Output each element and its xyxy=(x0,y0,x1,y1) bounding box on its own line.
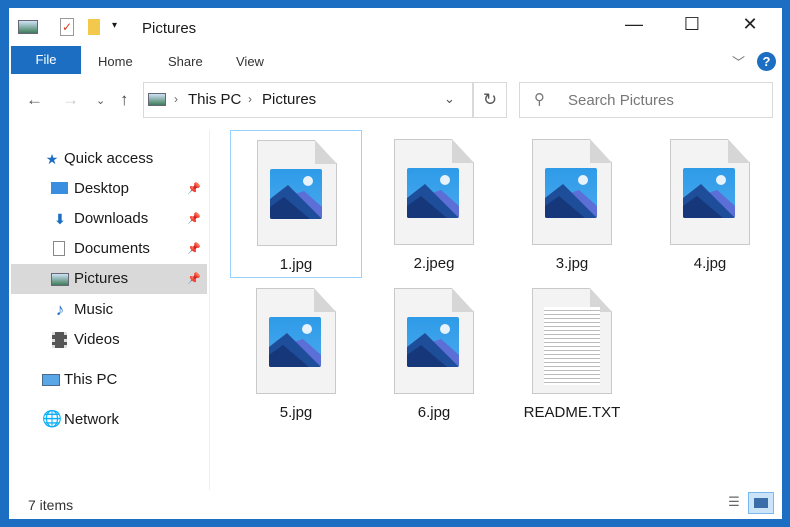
image-thumbnail-icon xyxy=(545,168,597,218)
image-thumbnail-icon xyxy=(270,169,322,219)
file-name: 3.jpg xyxy=(555,255,589,272)
item-count: 7 items xyxy=(28,497,74,513)
sidebar-item-label: This PC xyxy=(64,371,118,388)
sidebar-item-videos[interactable]: Videos xyxy=(11,325,207,355)
star-icon: ★ xyxy=(45,151,59,167)
back-arrow-icon[interactable]: ← xyxy=(26,90,43,110)
details-view-button[interactable]: ☰ xyxy=(724,494,744,512)
pin-icon[interactable]: 📌 xyxy=(187,204,201,234)
customize-toolbar-chevron-icon[interactable]: ▾ xyxy=(112,20,117,31)
sidebar-item-label: Music xyxy=(74,301,114,318)
recent-locations-chevron-icon[interactable]: ⌄ xyxy=(96,94,105,107)
up-arrow-icon[interactable]: ↑ xyxy=(120,90,129,110)
text-file-lines-icon xyxy=(544,307,600,385)
pictures-icon xyxy=(51,273,69,286)
music-icon: ♪ xyxy=(55,300,65,319)
breadcrumb-separator-icon: › xyxy=(174,92,178,106)
pin-icon[interactable]: 📌 xyxy=(187,264,201,294)
pin-icon[interactable]: 📌 xyxy=(187,234,201,264)
file-name: 6.jpg xyxy=(417,404,451,421)
new-folder-icon[interactable] xyxy=(88,19,100,35)
forward-arrow-icon[interactable]: → xyxy=(62,90,79,110)
desktop-icon xyxy=(51,182,68,194)
file-name: 4.jpg xyxy=(693,255,727,272)
image-thumbnail-icon xyxy=(407,317,459,367)
file-item[interactable]: 2.jpeg xyxy=(368,130,500,278)
large-icons-view-button[interactable] xyxy=(748,492,774,514)
file-name: 1.jpg xyxy=(279,256,313,273)
close-button[interactable]: ✕ xyxy=(730,14,770,35)
file-item[interactable]: 4.jpg xyxy=(644,130,776,278)
image-thumbnail-icon xyxy=(683,168,735,218)
videos-icon xyxy=(52,332,67,348)
sidebar-item-documents[interactable]: Documents 📌 xyxy=(11,234,207,264)
large-icons-view-icon xyxy=(754,498,768,508)
file-item[interactable]: README.TXT xyxy=(506,279,638,427)
sidebar-item-desktop[interactable]: Desktop 📌 xyxy=(11,174,207,204)
tab-file[interactable]: File xyxy=(11,46,81,74)
computer-icon xyxy=(42,374,60,386)
sidebar-item-label: Network xyxy=(64,411,120,428)
pictures-location-icon xyxy=(148,93,166,106)
address-bar[interactable]: › This PC › Pictures ⌄ xyxy=(143,82,473,118)
address-dropdown-chevron-icon[interactable]: ⌄ xyxy=(444,91,455,107)
file-name: 2.jpeg xyxy=(413,255,455,272)
file-item[interactable]: 5.jpg xyxy=(230,279,362,427)
sidebar-item-label: Documents xyxy=(74,240,150,257)
sidebar-item-pictures[interactable]: Pictures 📌 xyxy=(11,264,207,294)
maximize-button[interactable]: ☐ xyxy=(672,14,712,35)
documents-icon xyxy=(53,241,65,256)
search-placeholder: Search Pictures xyxy=(568,92,674,109)
minimize-button[interactable]: — xyxy=(614,14,654,35)
tab-share[interactable]: Share xyxy=(168,54,203,69)
image-thumbnail-icon xyxy=(269,317,321,367)
file-name: README.TXT xyxy=(523,404,621,421)
search-icon: ⚲ xyxy=(534,91,545,108)
navigation-pane: ★ Quick access Desktop 📌 ⬇ Downloads 📌 Docum… xyxy=(11,130,210,490)
sidebar-item-network[interactable]: 🌐 Network xyxy=(11,405,207,435)
pictures-app-icon xyxy=(18,20,38,34)
file-item[interactable]: 1.jpg xyxy=(230,130,362,278)
file-item[interactable]: 3.jpg xyxy=(506,130,638,278)
network-icon: 🌐 xyxy=(42,411,62,428)
tab-home[interactable]: Home xyxy=(98,54,133,69)
image-thumbnail-icon xyxy=(407,168,459,218)
sidebar-item-quick-access[interactable]: ★ Quick access xyxy=(11,144,207,174)
refresh-button[interactable]: ↻ xyxy=(473,82,507,118)
file-name: 5.jpg xyxy=(279,404,313,421)
sidebar-item-label: Desktop xyxy=(74,180,130,197)
breadcrumb-pictures[interactable]: Pictures xyxy=(262,91,316,108)
file-item[interactable]: 6.jpg xyxy=(368,279,500,427)
download-icon: ⬇ xyxy=(54,211,66,227)
window-title: Pictures xyxy=(142,20,197,37)
sidebar-item-label: Pictures xyxy=(74,270,129,287)
breadcrumb-separator-icon: › xyxy=(248,92,252,106)
help-button[interactable]: ? xyxy=(757,52,776,71)
sidebar-item-music[interactable]: ♪ Music xyxy=(11,295,207,325)
properties-icon[interactable]: ✓ xyxy=(60,18,74,36)
pin-icon[interactable]: 📌 xyxy=(187,174,201,204)
sidebar-item-this-pc[interactable]: This PC xyxy=(11,365,207,395)
expand-ribbon-chevron-icon[interactable]: ﹀ xyxy=(732,52,745,71)
sidebar-item-downloads[interactable]: ⬇ Downloads 📌 xyxy=(11,204,207,234)
tab-view[interactable]: View xyxy=(236,54,264,69)
breadcrumb-this-pc[interactable]: This PC xyxy=(188,91,241,108)
sidebar-item-label: Videos xyxy=(74,331,120,348)
sidebar-item-label: Downloads xyxy=(74,210,149,227)
sidebar-item-label: Quick access xyxy=(64,150,154,167)
search-input[interactable]: ⚲ Search Pictures xyxy=(519,82,773,118)
